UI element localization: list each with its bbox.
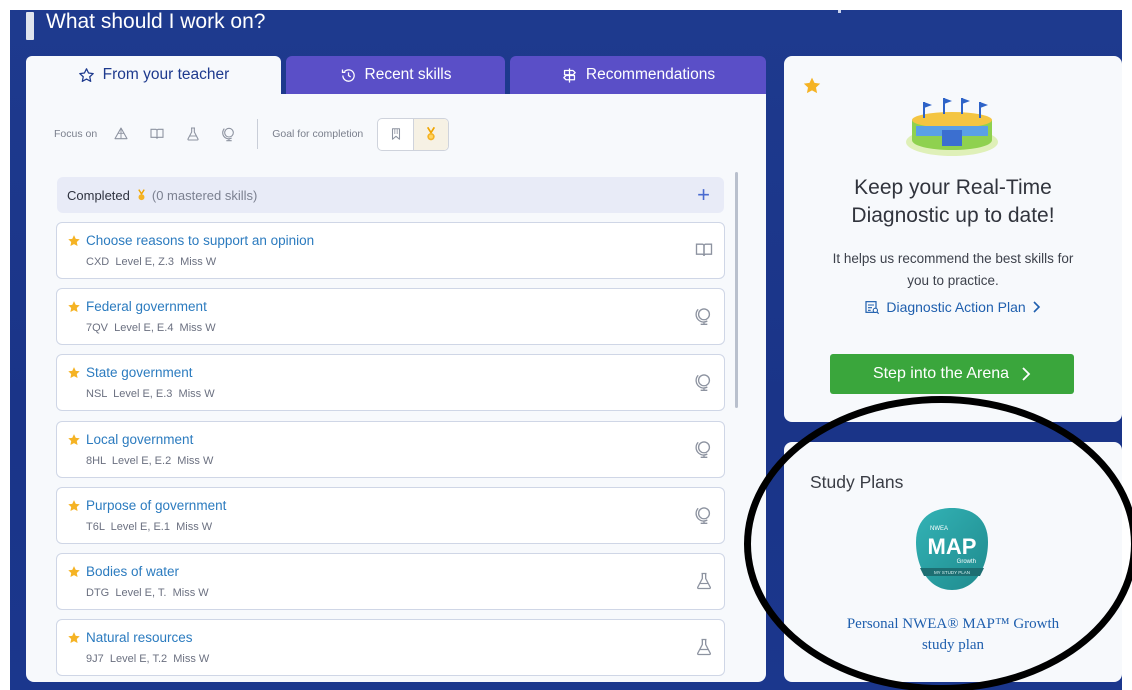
tab-label: Recommendations — [585, 66, 716, 83]
book-icon — [695, 243, 713, 256]
medal-icon — [427, 126, 436, 141]
star-icon — [68, 235, 80, 247]
globe-icon — [695, 507, 711, 524]
star-outline-icon — [78, 67, 94, 82]
star-icon — [803, 77, 821, 94]
map-study-plan-link[interactable]: Personal NWEA® MAP™ Growth study plan — [784, 614, 1122, 656]
chevron-right-icon — [1033, 301, 1040, 313]
skill-name[interactable]: Bodies of water — [86, 564, 179, 579]
star-icon — [68, 433, 80, 445]
skill-name[interactable]: Federal government — [86, 299, 207, 314]
map-logo-band: MY STUDY PLAN — [934, 570, 970, 575]
skill-meta: DTG Level E, T. Miss W — [86, 587, 209, 599]
heading-marker — [26, 12, 34, 40]
diagnostic-desc-line: you to practice. — [907, 273, 999, 288]
diagnostic-link-label: Diagnostic Action Plan — [886, 299, 1026, 315]
history-icon — [341, 68, 355, 82]
star-icon — [68, 367, 80, 379]
study-plans-card: Study Plans NWEA MAP Growth MY STUDY PLA… — [784, 442, 1122, 682]
globe-icon — [695, 440, 711, 458]
skill-row[interactable]: Federal government 7QV Level E, E.4 Miss … — [56, 288, 725, 346]
skill-meta: T6L Level E, E.1 Miss W — [86, 520, 213, 533]
signpost-icon — [563, 67, 576, 83]
diagnostic-card: Keep your Real-Time Diagnostic up to dat… — [784, 56, 1122, 422]
completed-label: Completed — [67, 187, 130, 203]
flask-filter-icon[interactable] — [181, 122, 205, 146]
skill-name[interactable]: State government — [86, 365, 193, 380]
step-into-arena-button[interactable]: Step into the Arena — [830, 354, 1074, 394]
study-link-line: study plan — [921, 637, 985, 653]
chevron-right-icon — [1022, 367, 1031, 381]
diagnostic-title-line: Diagnostic up to date! — [851, 204, 1055, 227]
expand-completed-button[interactable]: + — [697, 182, 710, 208]
arena-button-label: Step into the Arena — [872, 365, 1010, 382]
arena-illustration — [906, 98, 998, 156]
list-scrollbar[interactable] — [735, 172, 738, 408]
goal-label: Goal for completion — [272, 128, 364, 140]
globe-filter-icon[interactable] — [217, 122, 241, 146]
page-background: What should I work on? From your teacher… — [10, 10, 1122, 690]
filter-divider — [257, 119, 259, 149]
filter-bar: Focus on Goal for completion — [54, 116, 450, 152]
study-plans-title: Study Plans — [810, 472, 904, 492]
goal-toggle — [377, 117, 450, 151]
skill-meta: NSL Level E, E.3 Miss W — [86, 388, 215, 401]
map-logo-sub: Growth — [957, 559, 976, 565]
diagnostic-description: It helps us recommend the best skills fo… — [784, 248, 1122, 292]
focus-label: Focus on — [54, 128, 98, 140]
skills-panel: Focus on Goal for completion Completed (… — [26, 94, 766, 682]
flask-icon — [696, 639, 712, 656]
map-logo-top: NWEA — [930, 526, 948, 532]
skill-row[interactable]: Bodies of water DTG Level E, T. Miss W — [56, 553, 725, 610]
star-icon — [68, 566, 80, 578]
decor-dot — [838, 10, 841, 13]
tab-label: Recent skills — [364, 66, 452, 83]
completed-section[interactable]: Completed (0 mastered skills) + — [57, 177, 724, 213]
skill-row[interactable]: State government NSL Level E, E.3 Miss W — [56, 354, 725, 412]
goal-medal-button[interactable] — [413, 118, 449, 150]
medal-icon — [138, 189, 145, 201]
bookmark-icon — [391, 128, 400, 140]
globe-icon — [695, 308, 711, 326]
diagnostic-action-plan-link[interactable]: Diagnostic Action Plan — [784, 299, 1122, 315]
skill-row[interactable]: Choose reasons to support an opinion CXD … — [56, 222, 725, 279]
skill-name[interactable]: Choose reasons to support an opinion — [86, 233, 314, 248]
star-icon — [68, 301, 80, 313]
skill-row[interactable]: Purpose of government T6L Level E, E.1 Mi… — [56, 486, 725, 544]
star-icon — [68, 632, 80, 644]
skill-name[interactable]: Local government — [86, 432, 193, 447]
skill-meta: 7QV Level E, E.4 Miss W — [86, 322, 216, 335]
skill-meta: 9J7 Level E, T.2 Miss W — [86, 653, 210, 666]
flask-icon — [696, 572, 712, 590]
nwea-map-logo[interactable]: NWEA MAP Growth MY STUDY PLAN — [912, 504, 992, 596]
completed-count: (0 mastered skills) — [151, 187, 258, 203]
skill-row[interactable]: Natural resources 9J7 Level E, T.2 Miss W — [56, 619, 725, 677]
star-icon — [68, 499, 80, 511]
skill-meta: CXD Level E, Z.3 Miss W — [86, 256, 217, 268]
skill-name[interactable]: Natural resources — [86, 630, 193, 645]
page-title: What should I work on? — [46, 10, 266, 33]
tab-bar: From your teacher Recent skills Recommen… — [26, 56, 766, 94]
tab-recent-skills[interactable]: Recent skills — [286, 56, 505, 94]
tab-label: From your teacher — [102, 66, 230, 83]
diagnostic-desc-line: It helps us recommend the best skills fo… — [832, 251, 1074, 266]
skill-meta: 8HL Level E, E.2 Miss W — [86, 454, 214, 467]
skill-row[interactable]: Local government 8HL Level E, E.2 Miss W — [56, 420, 725, 478]
map-logo-main: MAP — [928, 534, 977, 559]
tab-recommendations[interactable]: Recommendations — [510, 56, 766, 94]
diagnostic-title-line: Keep your Real-Time — [854, 176, 1052, 199]
report-icon — [865, 301, 880, 315]
study-link-line: Personal NWEA® MAP™ Growth — [846, 616, 1060, 632]
book-filter-icon[interactable] — [145, 122, 169, 146]
globe-icon — [695, 374, 711, 392]
goal-bookmark-button[interactable] — [378, 119, 413, 150]
tab-from-your-teacher[interactable]: From your teacher — [26, 56, 281, 94]
skill-name[interactable]: Purpose of government — [86, 498, 226, 513]
diagnostic-title: Keep your Real-Time Diagnostic up to dat… — [784, 174, 1122, 230]
math-filter-icon[interactable] — [109, 122, 133, 146]
left-margin — [0, 0, 10, 690]
